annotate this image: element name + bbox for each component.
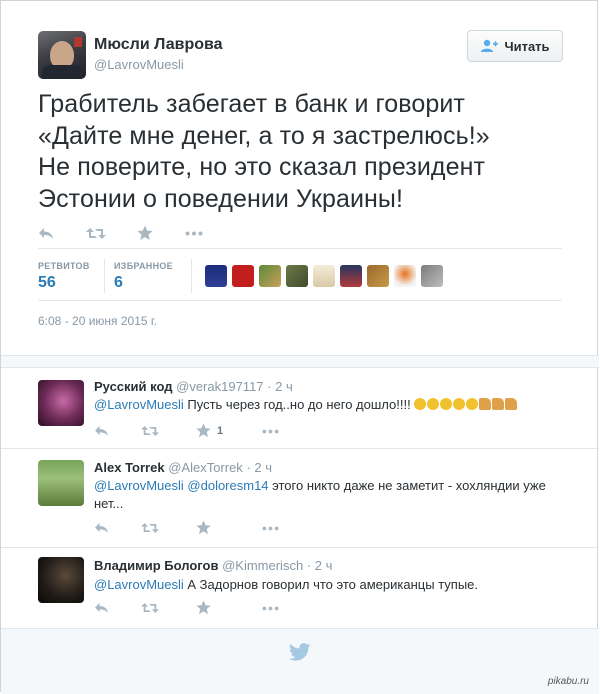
reply-time: · 2 ч <box>306 558 333 573</box>
favoriter-avatar[interactable] <box>232 265 254 287</box>
reply-text: @LavrovMuesli А Задорнов говорил что это… <box>94 577 479 592</box>
mention-link[interactable]: @doloresm14 <box>187 478 268 493</box>
author-name[interactable]: Мюсли Лаврова <box>94 36 223 54</box>
tweet-timestamp[interactable]: 6:08 - 20 июня 2015 г. <box>38 314 157 328</box>
reply-avatar[interactable] <box>38 557 84 603</box>
more-icon <box>262 606 279 611</box>
more-button[interactable] <box>262 606 279 611</box>
tweet-line: Не поверите, но это сказал президент <box>38 153 486 181</box>
star-icon <box>196 600 211 615</box>
reply-icon <box>95 522 108 534</box>
reply-text: @LavrovMuesli Пусть через год..но до нег… <box>94 396 564 414</box>
reply-author-handle: @AlexTorrek <box>168 460 243 475</box>
twitter-bird-icon[interactable] <box>289 643 311 661</box>
more-button[interactable] <box>185 231 203 236</box>
favorites-count[interactable]: 6 <box>114 274 123 292</box>
reply-avatar[interactable] <box>38 380 84 426</box>
reply-time: · 2 ч <box>246 460 272 475</box>
favoriter-avatar[interactable] <box>286 265 308 287</box>
author-handle[interactable]: @LavrovMuesli <box>94 57 184 72</box>
reply-tweet: Владимир Бологов @Kimmerisch · 2 ч @Lavr… <box>1 548 599 628</box>
favorite-button[interactable]: 1 <box>196 423 223 438</box>
more-icon <box>262 526 279 531</box>
retweet-icon <box>86 228 106 239</box>
favoriter-avatar[interactable] <box>367 265 389 287</box>
reply-button[interactable] <box>94 602 109 614</box>
reply-author-name: Владимир Бологов <box>94 558 219 573</box>
reply-icon <box>95 425 108 437</box>
favoriter-avatar[interactable] <box>313 265 335 287</box>
retweets-count[interactable]: 56 <box>38 274 56 292</box>
reply-button[interactable] <box>94 425 109 437</box>
reply-author-handle: @verak197117 <box>176 379 264 394</box>
reply-text: @LavrovMuesli @doloresm14 этого никто да… <box>94 478 546 511</box>
retweet-icon <box>141 426 159 436</box>
more-button[interactable] <box>262 429 279 434</box>
reply-tweet: Alex Torrek @AlexTorrek · 2 ч @LavrovMue… <box>1 449 599 547</box>
emoji-laughing-icon <box>414 397 479 412</box>
favoriter-avatar[interactable] <box>394 265 416 287</box>
reply-time: · 2 ч <box>267 379 293 394</box>
retweet-button[interactable] <box>141 602 159 614</box>
retweet-button[interactable] <box>141 522 159 534</box>
follow-button[interactable]: Читать <box>467 30 563 62</box>
reply-author[interactable]: Alex Torrek @AlexTorrek · 2 ч <box>94 460 272 475</box>
tweet-line: «Дайте мне денег, а то я застрелюсь!» <box>38 121 490 150</box>
reply-author-handle: @Kimmerisch <box>222 558 304 573</box>
favoriter-avatar[interactable] <box>259 265 281 287</box>
add-user-icon <box>481 39 499 52</box>
more-icon <box>185 231 203 236</box>
reply-tweet: Русский код @verak197117 · 2 ч @LavrovMu… <box>1 366 599 448</box>
reply-icon <box>95 602 108 614</box>
tweet-text: Грабитель забегает в банк и говорит «Дай… <box>38 89 578 215</box>
reply-author[interactable]: Русский код @verak197117 · 2 ч <box>94 379 293 394</box>
card-footer <box>1 628 599 694</box>
star-icon <box>196 423 211 438</box>
retweet-icon <box>141 603 159 613</box>
tweet-line: Эстонии о поведении Украины! <box>38 184 404 213</box>
more-button[interactable] <box>262 526 279 531</box>
tweet-card: Мюсли Лаврова @LavrovMuesli Читать Граби… <box>0 0 599 694</box>
retweet-button[interactable] <box>141 425 159 437</box>
watermark: pikabu.ru <box>547 676 589 687</box>
emoji-thumbs-icon <box>479 397 518 412</box>
retweets-label: РЕТВИТОВ <box>38 261 90 271</box>
author-avatar[interactable] <box>38 31 86 79</box>
favorite-button[interactable] <box>196 600 211 615</box>
reply-author[interactable]: Владимир Бологов @Kimmerisch · 2 ч <box>94 558 332 573</box>
favoriter-avatar[interactable] <box>340 265 362 287</box>
retweet-icon <box>141 523 159 533</box>
mention-link[interactable]: @LavrovMuesli <box>94 577 184 592</box>
mention-link[interactable]: @LavrovMuesli <box>94 478 184 493</box>
star-icon <box>137 225 153 240</box>
star-icon <box>196 520 211 535</box>
reply-button[interactable] <box>38 227 54 240</box>
retweet-button[interactable] <box>86 227 106 240</box>
reply-author-name: Русский код <box>94 379 173 394</box>
tweet-line: Грабитель забегает в банк и говорит <box>38 90 465 118</box>
mention-link[interactable]: @LavrovMuesli <box>94 397 184 412</box>
follow-label: Читать <box>504 38 550 54</box>
reply-button[interactable] <box>94 522 109 534</box>
reply-icon <box>39 228 53 239</box>
more-icon <box>262 429 279 434</box>
favorite-button[interactable] <box>137 225 153 241</box>
favorite-button[interactable] <box>196 520 211 535</box>
favorites-label: ИЗБРАННОЕ <box>114 261 173 271</box>
favorite-count: 1 <box>217 424 224 437</box>
reply-author-name: Alex Torrek <box>94 460 165 475</box>
favoriter-avatar[interactable] <box>205 265 227 287</box>
favoriter-avatar[interactable] <box>421 265 443 287</box>
reply-avatar[interactable] <box>38 460 84 506</box>
